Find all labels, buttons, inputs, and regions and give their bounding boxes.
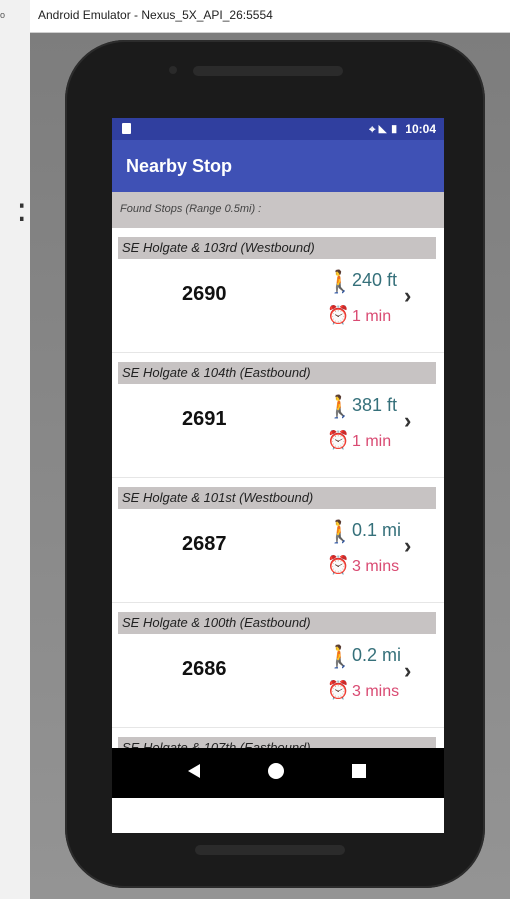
front-camera-icon: [169, 66, 177, 74]
stop-item[interactable]: SE Holgate & 101st (Westbound) 2687 🚶 0.…: [112, 478, 444, 603]
walking-person-icon: 🚶: [326, 644, 354, 669]
stop-name: SE Holgate & 104th (Eastbound): [118, 362, 436, 384]
stop-distance: 0.2 mi: [352, 645, 402, 665]
status-time: 10:04: [405, 122, 436, 136]
status-icons: ⌖ ◣ ▮ 10:04: [369, 122, 436, 137]
alarm-clock-icon: ⏰: [327, 305, 350, 325]
sd-card-icon: [122, 123, 131, 134]
chevron-right-icon[interactable]: ›: [404, 533, 411, 559]
signal-icon: ◣: [378, 124, 387, 136]
desktop-left-edge: o :: [0, 0, 31, 899]
stop-walk-time: 3 mins: [352, 683, 400, 700]
found-stops-header: Found Stops (Range 0.5mi) :: [112, 192, 444, 228]
back-triangle-icon[interactable]: [188, 764, 200, 778]
stop-distance: 0.1 mi: [352, 520, 402, 540]
emulator-titlebar[interactable]: Android Emulator - Nexus_5X_API_26:5554: [30, 0, 510, 33]
desktop-partial-glyph: :: [16, 190, 28, 230]
desktop-edge-mark: o: [0, 10, 6, 20]
stop-name: SE Holgate & 101st (Westbound): [118, 487, 436, 509]
app-title: Nearby Stop: [126, 156, 233, 176]
battery-icon: ▮: [389, 124, 399, 136]
recent-square-icon[interactable]: [352, 764, 366, 778]
alarm-clock-icon: ⏰: [327, 430, 350, 450]
bottom-speaker: [195, 845, 345, 855]
alarm-clock-icon: ⏰: [327, 555, 350, 575]
stop-name: SE Holgate & 103rd (Westbound): [118, 237, 436, 259]
chevron-right-icon[interactable]: ›: [404, 658, 411, 684]
phone-frame: ⌖ ◣ ▮ 10:04 Nearby Stop Found Stops (Ran…: [65, 40, 485, 888]
stop-item[interactable]: SE Holgate & 100th (Eastbound) 2686 🚶 0.…: [112, 603, 444, 728]
location-icon: ⌖: [369, 124, 376, 136]
stop-id: 2687: [182, 533, 227, 555]
stop-walk-time: 1 min: [352, 433, 392, 450]
chevron-right-icon[interactable]: ›: [404, 408, 411, 434]
stop-walk-time: 1 min: [352, 308, 392, 325]
walking-person-icon: 🚶: [326, 519, 354, 544]
top-speaker: [193, 66, 343, 76]
stop-name: SE Holgate & 107th (Eastbound): [118, 737, 436, 748]
stop-id: 2686: [182, 658, 227, 680]
home-circle-icon[interactable]: [268, 763, 284, 779]
stop-distance: 240 ft: [352, 270, 398, 290]
found-stops-label: Found Stops (Range 0.5mi) :: [120, 203, 262, 215]
chevron-right-icon[interactable]: ›: [404, 283, 411, 309]
stop-walk-time: 3 mins: [352, 558, 400, 575]
walking-person-icon: 🚶: [326, 269, 354, 294]
app-toolbar: Nearby Stop: [112, 140, 444, 192]
walking-person-icon: 🚶: [326, 394, 354, 419]
stop-distance: 381 ft: [352, 395, 398, 415]
stop-id: 2690: [182, 283, 227, 305]
phone-screen: ⌖ ◣ ▮ 10:04 Nearby Stop Found Stops (Ran…: [112, 118, 444, 833]
alarm-clock-icon: ⏰: [327, 680, 350, 700]
stop-id: 2691: [182, 408, 227, 430]
stop-name: SE Holgate & 100th (Eastbound): [118, 612, 436, 634]
status-bar: ⌖ ◣ ▮ 10:04: [112, 118, 444, 140]
android-nav-bar: [112, 748, 444, 798]
window-title: Android Emulator - Nexus_5X_API_26:5554: [38, 8, 273, 22]
emulator-window: Android Emulator - Nexus_5X_API_26:5554 …: [30, 0, 510, 899]
stop-item[interactable]: SE Holgate & 104th (Eastbound) 2691 🚶 38…: [112, 353, 444, 478]
stop-item[interactable]: SE Holgate & 107th (Eastbound): [112, 728, 444, 748]
stop-item[interactable]: SE Holgate & 103rd (Westbound) 2690 🚶 24…: [112, 228, 444, 353]
stops-list[interactable]: SE Holgate & 103rd (Westbound) 2690 🚶 24…: [112, 228, 444, 748]
